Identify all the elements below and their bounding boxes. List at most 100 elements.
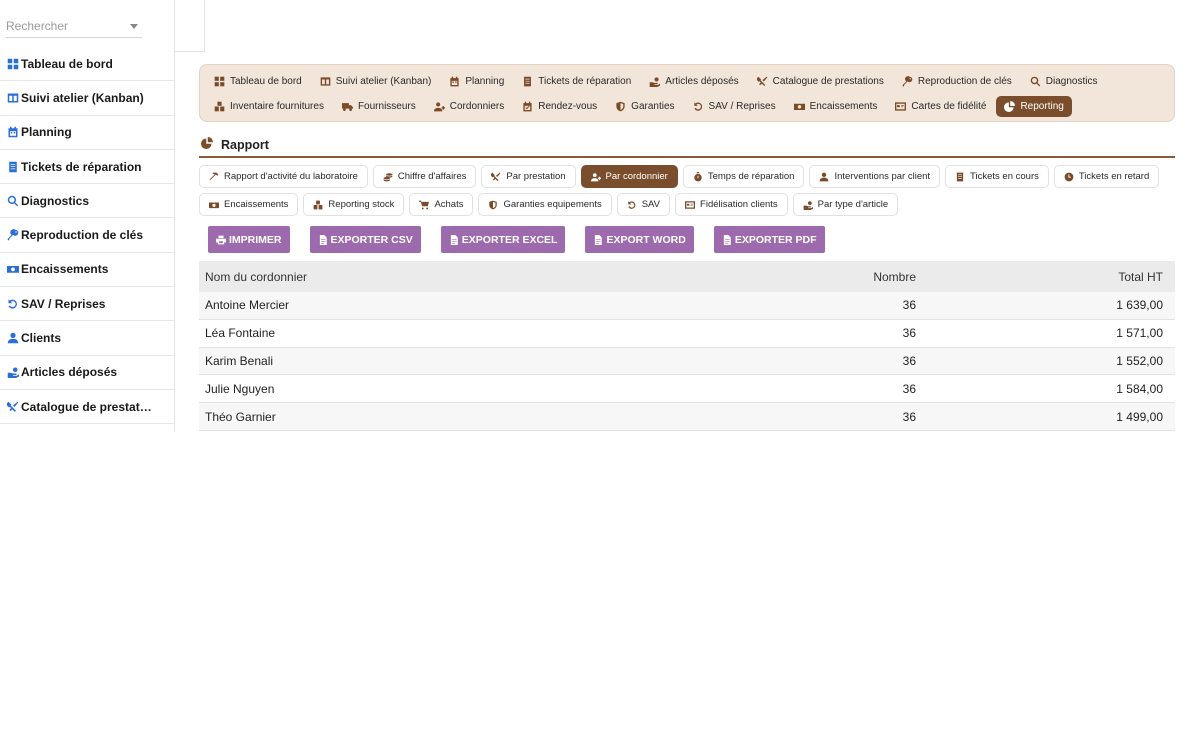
- tab-achats[interactable]: Achats: [409, 193, 474, 216]
- nav-cartes-de-fidelite[interactable]: Cartes de fidélité: [887, 96, 994, 117]
- sidebar-item-label: Catalogue de prestat…: [21, 399, 152, 414]
- nav-garanties[interactable]: Garanties: [607, 96, 682, 117]
- cell-total: 1 584,00: [1116, 381, 1163, 396]
- tools-icon: [756, 76, 768, 87]
- nav-reproduction-de-cles[interactable]: Reproduction de clés: [894, 71, 1020, 92]
- tab-label: Tickets en retard: [1078, 171, 1150, 182]
- export-toolbar: IMPRIMER EXPORTER CSV EXPORTER EXCEL EXPORT…: [208, 226, 845, 253]
- exporter-csv-button[interactable]: EXPORTER CSV: [309, 226, 421, 253]
- table-row[interactable]: Léa Fontaine 36 1 571,00: [199, 319, 1175, 348]
- sidebar-item-tableau-de-bord[interactable]: Tableau de bord: [0, 47, 174, 82]
- card-icon: [685, 200, 696, 210]
- table-row[interactable]: Antoine Mercier 36 1 639,00: [199, 292, 1175, 320]
- cell-total: 1 639,00: [1116, 298, 1163, 313]
- nav-cordonniers[interactable]: Cordonniers: [426, 96, 512, 117]
- tab-temps-de-reparation[interactable]: Temps de réparation: [682, 165, 805, 188]
- tab-sav[interactable]: SAV: [616, 193, 671, 216]
- table-row[interactable]: Théo Garnier 36 1 499,00: [199, 403, 1175, 431]
- hand-icon: [803, 200, 813, 210]
- nav-diagnostics[interactable]: Diagnostics: [1022, 71, 1106, 92]
- exporter-excel-button[interactable]: EXPORTER EXCEL: [440, 226, 566, 253]
- cell-name: Théo Garnier: [205, 409, 276, 424]
- tools-icon: [6, 400, 20, 414]
- cell-name: Julie Nguyen: [205, 381, 275, 396]
- ticket-icon: [522, 76, 533, 87]
- exporter-pdf-button[interactable]: EXPORTER PDF: [713, 226, 825, 253]
- sidebar-item-tickets-de-reparation[interactable]: Tickets de réparation: [0, 150, 174, 185]
- cell-name: Antoine Mercier: [205, 298, 290, 313]
- nav-planning[interactable]: Planning: [441, 71, 512, 92]
- sidebar-item-suivi-atelier-kanban[interactable]: Suivi atelier (Kanban): [0, 81, 174, 116]
- nav-rendez-vous[interactable]: Rendez-vous: [514, 96, 605, 117]
- nav-label: Rendez-vous: [538, 101, 598, 112]
- nav-inventaire-fournitures[interactable]: Inventaire fournitures: [206, 96, 332, 117]
- sidebar-item-reproduction-de-cles[interactable]: Reproduction de clés: [0, 218, 174, 253]
- nav-catalogue-de-prestations[interactable]: Catalogue de prestations: [749, 71, 892, 92]
- tab-encaissements[interactable]: Encaissements: [199, 193, 299, 216]
- nav-reporting[interactable]: Reporting: [996, 96, 1072, 117]
- tab-tickets-en-cours[interactable]: Tickets en cours: [945, 165, 1049, 188]
- users-icon: [590, 172, 601, 182]
- tab-par-prestation[interactable]: Par prestation: [481, 165, 576, 188]
- column-header-name[interactable]: Nom du cordonnier: [199, 270, 679, 284]
- boxes-icon: [214, 101, 225, 112]
- pie-icon: [1004, 101, 1016, 112]
- sidebar-item-label: Clients: [21, 331, 62, 346]
- tab-tickets-en-retard[interactable]: Tickets en retard: [1053, 165, 1160, 188]
- sidebar-item-encaissements[interactable]: Encaissements: [0, 253, 174, 288]
- nav-label: Suivi atelier (Kanban): [335, 76, 432, 87]
- hammer-icon: [209, 172, 219, 182]
- nav-tableau-de-bord[interactable]: Tableau de bord: [206, 71, 310, 92]
- tab-garanties-equipements[interactable]: Garanties equipements: [478, 193, 612, 216]
- tab-fidelisation-clients[interactable]: Fidélisation clients: [675, 193, 788, 216]
- search-icon: [1030, 76, 1041, 87]
- sidebar-item-articles-deposes[interactable]: Articles déposés: [0, 356, 174, 390]
- tab-chiffre-d-affaires[interactable]: Chiffre d'affaires: [372, 165, 477, 188]
- hand-icon: [649, 76, 661, 87]
- ticket-icon: [6, 160, 20, 174]
- nav-encaissements[interactable]: Encaissements: [786, 96, 886, 117]
- search-select[interactable]: Rechercher: [6, 16, 142, 38]
- export-label: EXPORTER CSV: [330, 233, 413, 246]
- column-header-count[interactable]: Nombre: [679, 270, 916, 284]
- sidebar-item-catalogue-de-prestat[interactable]: Catalogue de prestat…: [0, 390, 174, 425]
- cell-count: 36: [902, 409, 916, 424]
- nav-label: Encaissements: [809, 101, 878, 112]
- nav-tickets-de-reparation[interactable]: Tickets de réparation: [514, 71, 639, 92]
- sidebar-item-clients[interactable]: Clients: [0, 321, 174, 356]
- sidebar: Rechercher Tableau de bord Suivi atelier …: [0, 0, 175, 432]
- tab-label: Par type d'article: [817, 199, 889, 210]
- imprimer-button[interactable]: IMPRIMER: [208, 226, 290, 253]
- sidebar-item-planning[interactable]: Planning: [0, 116, 174, 150]
- column-header-total[interactable]: Total HT: [916, 270, 1169, 284]
- sidebar-item-diagnostics[interactable]: Diagnostics: [0, 184, 174, 219]
- sidebar-item-sav-reprises[interactable]: SAV / Reprises: [0, 287, 174, 322]
- nav-label: SAV / Reprises: [708, 101, 776, 112]
- undo-icon: [627, 200, 637, 210]
- nav-label: Fournisseurs: [357, 101, 416, 112]
- table-row[interactable]: Karim Benali 36 1 552,00: [199, 347, 1175, 376]
- nav-label: Reproduction de clés: [917, 76, 1012, 87]
- table-row[interactable]: Julie Nguyen 36 1 584,00: [199, 375, 1175, 404]
- table-header: Nom du cordonnier Nombre Total HT: [199, 261, 1175, 292]
- sidebar-item-label: Suivi atelier (Kanban): [21, 90, 144, 105]
- shield-icon: [615, 101, 626, 112]
- sidebar-item-label: Encaissements: [21, 262, 109, 277]
- nav-suivi-atelier-kanban[interactable]: Suivi atelier (Kanban): [312, 71, 440, 92]
- nav-fournisseurs[interactable]: Fournisseurs: [334, 96, 424, 117]
- nav-label: Reporting: [1020, 101, 1064, 112]
- calendar-check-icon: [522, 101, 533, 112]
- nav-row-2: Inventaire fournitures Fournisseurs Cordon…: [206, 94, 1168, 119]
- file-icon: [318, 234, 328, 245]
- nav-articles-deposes[interactable]: Articles déposés: [641, 71, 746, 92]
- tab-par-cordonnier[interactable]: Par cordonnier: [580, 165, 678, 188]
- nav-sav-reprises[interactable]: SAV / Reprises: [685, 96, 784, 117]
- key-icon: [902, 76, 913, 87]
- export-word-button[interactable]: EXPORT WORD: [585, 226, 694, 253]
- report-tabs-row-1: Rapport d'activité du laboratoire Chiffre…: [199, 165, 1175, 193]
- tab-par-type-d-article[interactable]: Par type d'article: [792, 193, 899, 216]
- tab-rapport-d-activite-du-laboratoire[interactable]: Rapport d'activité du laboratoire: [199, 165, 368, 188]
- ticket-icon: [955, 172, 965, 182]
- tab-interventions-par-client[interactable]: Interventions par client: [809, 165, 941, 188]
- tab-reporting-stock[interactable]: Reporting stock: [303, 193, 405, 216]
